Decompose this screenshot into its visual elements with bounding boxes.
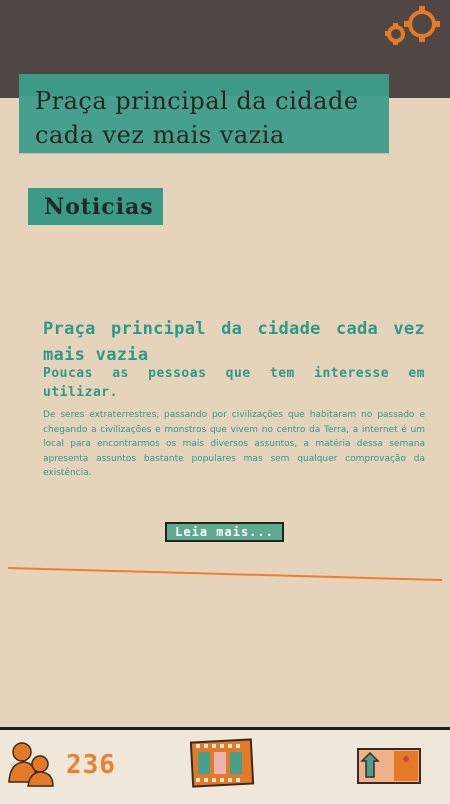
headline-banner[interactable]: Praça principal da cidade cada vez mais … [19,74,389,153]
article-subtitle: Poucas as pessoas que tem interesse em u… [43,366,425,400]
tab-noticias[interactable]: Noticias [28,188,163,225]
people-icon[interactable] [6,738,56,788]
article-card: Praça principal da cidade cada vez mais … [43,316,425,481]
film-icon[interactable] [190,737,258,789]
article-body: De seres extraterrestres, passando por c… [43,410,425,478]
read-more-button[interactable]: Leia mais... [165,522,284,542]
people-count: 236 [66,750,116,780]
settings-gears-icon[interactable] [384,4,442,48]
box-icon[interactable] [354,743,426,787]
divider-line [8,567,442,581]
article-title: Praça principal da cidade cada vez mais … [43,319,425,365]
tab-label: Noticias [44,194,154,220]
headline-title: Praça principal da cidade cada vez mais … [35,87,359,149]
